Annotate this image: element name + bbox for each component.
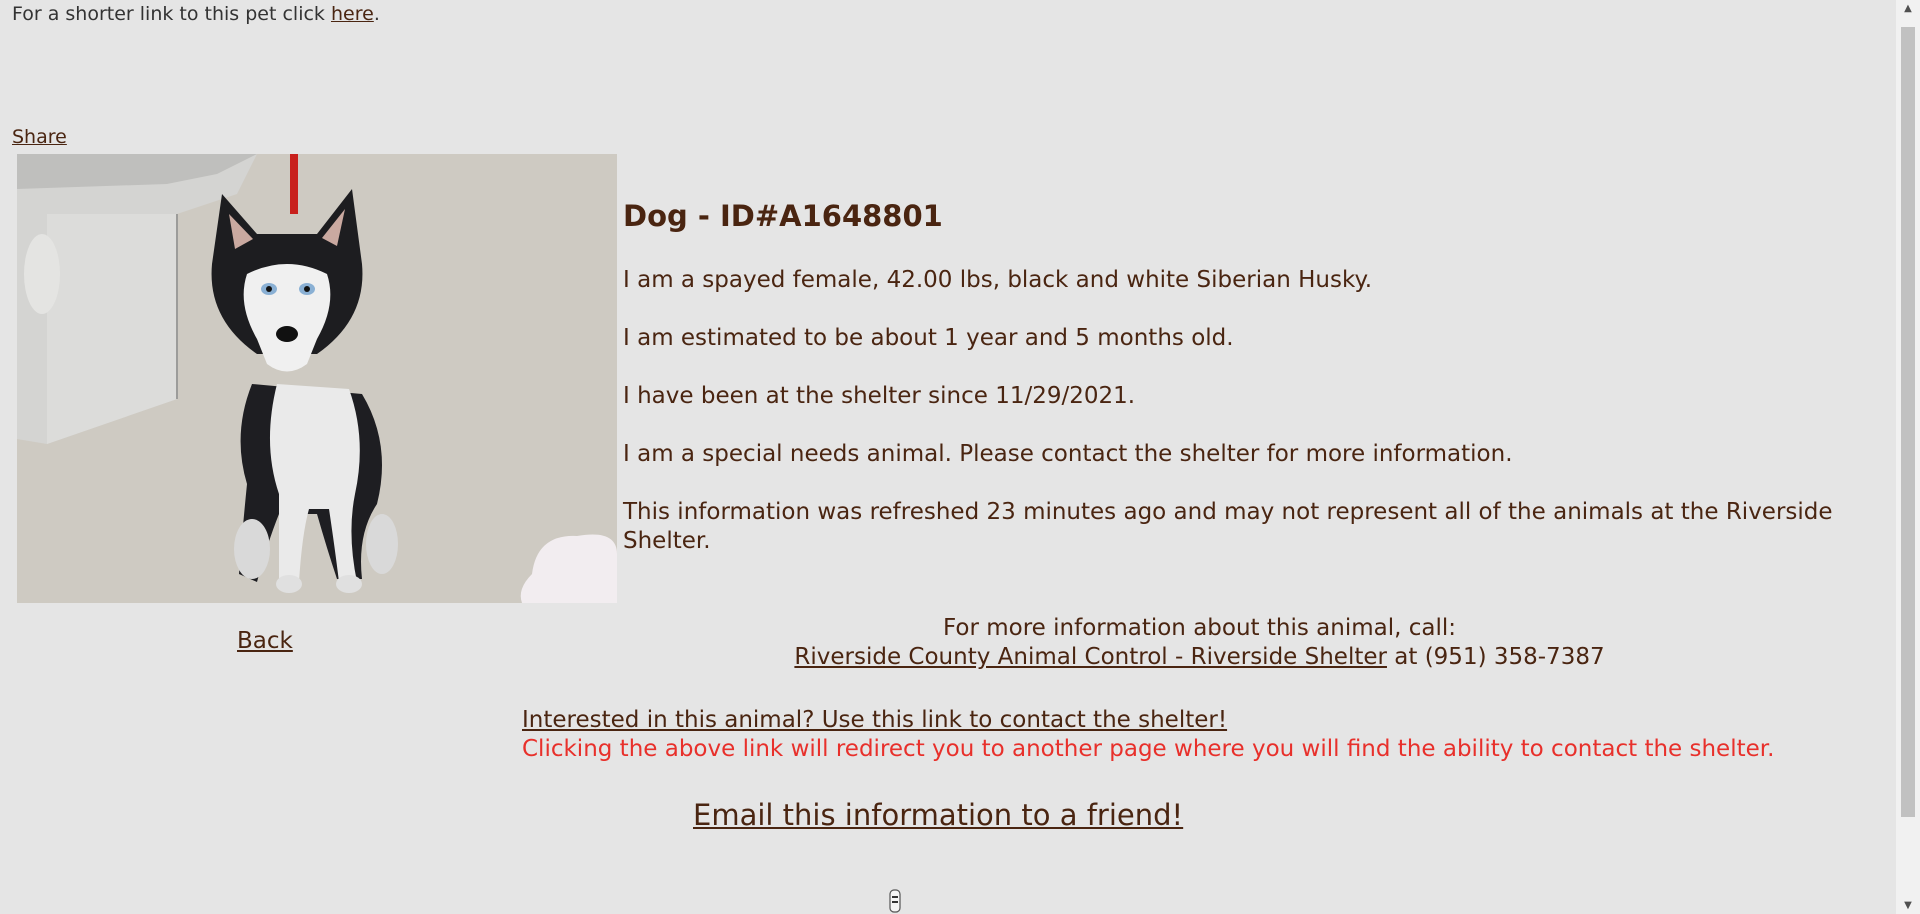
scrollbar-thumb[interactable] (1901, 27, 1915, 817)
special-needs-note: I am a special needs animal. Please cont… (623, 441, 1513, 467)
contact-shelter-block: Interested in this animal? Use this link… (522, 706, 1774, 764)
shelter-since: I have been at the shelter since 11/29/2… (623, 383, 1136, 409)
chevron-up-icon[interactable]: ▲ (1896, 0, 1920, 17)
refresh-note: This information was refreshed 23 minute… (623, 499, 1833, 554)
contact-shelter-link[interactable]: Interested in this animal? Use this link… (522, 707, 1227, 733)
shortlink-here-link[interactable]: here (331, 3, 374, 25)
animal-title: Dog - ID#A1648801 (623, 199, 943, 233)
back-link[interactable]: Back (237, 628, 293, 654)
redirect-warning: Clicking the above link will redirect yo… (522, 736, 1775, 762)
more-info-block: For more information about this animal, … (523, 614, 1876, 672)
call-prompt: For more information about this animal, … (943, 615, 1456, 641)
loading-spinner-icon (886, 888, 904, 914)
shelter-name-link[interactable]: Riverside County Animal Control - Rivers… (794, 644, 1387, 670)
email-friend-link[interactable]: Email this information to a friend! (693, 798, 1183, 832)
share-link[interactable]: Share (12, 126, 67, 148)
shortlink-prefix: For a shorter link to this pet click (12, 3, 325, 25)
shelter-contact-line: Riverside County Animal Control - Rivers… (523, 643, 1876, 672)
chevron-down-icon[interactable]: ▼ (1896, 897, 1920, 914)
shortlink-line: For a shorter link to this pet click her… (12, 3, 380, 25)
animal-details: Dog - ID#A1648801 I am a spayed female, … (623, 196, 1873, 585)
animal-description: I am a spayed female, 42.00 lbs, black a… (623, 267, 1373, 293)
vertical-scrollbar[interactable]: ▲ ▼ (1896, 0, 1920, 914)
animal-age: I am estimated to be about 1 year and 5 … (623, 325, 1234, 351)
pet-detail-page: For a shorter link to this pet click her… (0, 0, 1896, 914)
pet-photo (17, 154, 617, 603)
shortlink-suffix: . (373, 3, 380, 25)
shelter-phone: at (951) 358-7387 (1394, 644, 1605, 670)
